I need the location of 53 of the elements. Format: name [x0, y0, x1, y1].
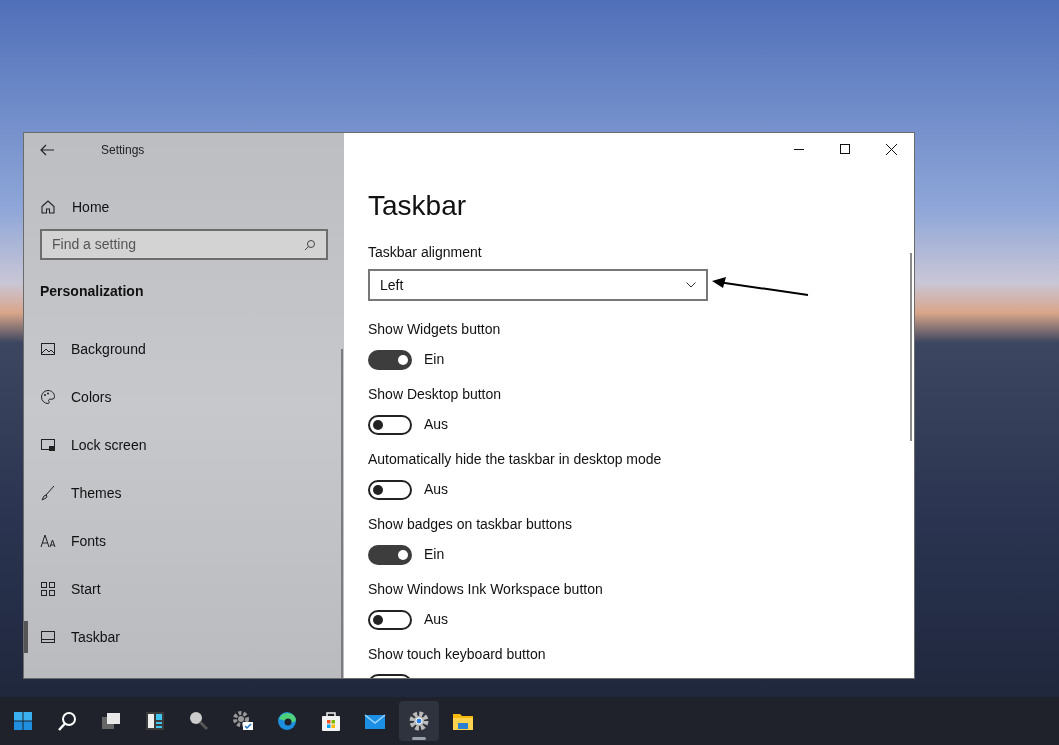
sidebar-item[interactable]: Taskbar: [71, 626, 121, 648]
brush-icon: [40, 485, 56, 501]
alignment-dropdown[interactable]: Left: [368, 269, 708, 301]
sidebar-item[interactable]: Background: [71, 338, 146, 360]
toggle-state-label: Aus: [424, 480, 449, 499]
shopping-bag-icon: [319, 709, 343, 733]
close-icon: [885, 143, 897, 155]
setting-label: Show Widgets button: [368, 320, 501, 339]
taskbar-button[interactable]: [399, 701, 439, 741]
sidebar-item[interactable]: Fonts: [71, 530, 106, 552]
toggle-state-label: Aus: [424, 610, 449, 629]
toggle-switch[interactable]: [368, 479, 412, 500]
font-icon: [40, 533, 56, 549]
widgets-icon: [143, 709, 167, 733]
chevron-down-icon: [686, 282, 696, 288]
sidebar-item[interactable]: Lock screen: [71, 434, 147, 456]
maximize-icon: [840, 144, 850, 154]
sidebar-item[interactable]: Start: [71, 578, 101, 600]
toggle-switch[interactable]: [368, 349, 412, 370]
setting-label: Show Windows Ink Workspace button: [368, 580, 603, 599]
toggle-state-label: Aus: [424, 415, 449, 434]
page-title: Taskbar: [368, 189, 467, 223]
lock-screen-icon: [40, 437, 56, 453]
minimize-icon: [794, 148, 804, 150]
home-nav-item[interactable]: Home: [40, 197, 344, 217]
search-icon: [304, 238, 316, 251]
toggle-state-label: Ein: [424, 350, 445, 369]
home-icon: [40, 199, 56, 215]
windows-logo-icon: [11, 709, 35, 733]
section-heading: Personalization: [40, 282, 144, 301]
picture-icon: [40, 341, 56, 357]
setting-label: Taskbar alignment: [368, 243, 482, 262]
sidebar-item[interactable]: Themes: [71, 482, 122, 504]
setting-label: Show Desktop button: [368, 385, 502, 404]
setting-label: Show badges on taskbar buttons: [368, 515, 572, 534]
search-icon: [55, 709, 79, 733]
window-title: Settings: [101, 141, 145, 159]
search-field[interactable]: Find a setting: [40, 229, 328, 260]
palette-icon: [40, 389, 56, 405]
toggle-switch[interactable]: [368, 609, 412, 630]
back-arrow-icon[interactable]: [40, 143, 54, 156]
gear-icon: [407, 709, 431, 733]
toggle-state-label: Ein: [424, 545, 445, 564]
toggle-switch[interactable]: [368, 544, 412, 565]
setting-label: Show touch keyboard button: [368, 645, 546, 664]
browser-icon: [275, 709, 299, 733]
setting-label: Automatically hide the taskbar in desktop mode: [368, 450, 662, 469]
magnifier-icon: [187, 709, 211, 733]
toggle-switch[interactable]: [368, 414, 412, 435]
sidebar-item[interactable]: Colors: [71, 386, 112, 408]
taskbar-icon: [40, 629, 56, 645]
gear-check-icon: [231, 709, 255, 733]
grid-icon: [40, 581, 56, 597]
